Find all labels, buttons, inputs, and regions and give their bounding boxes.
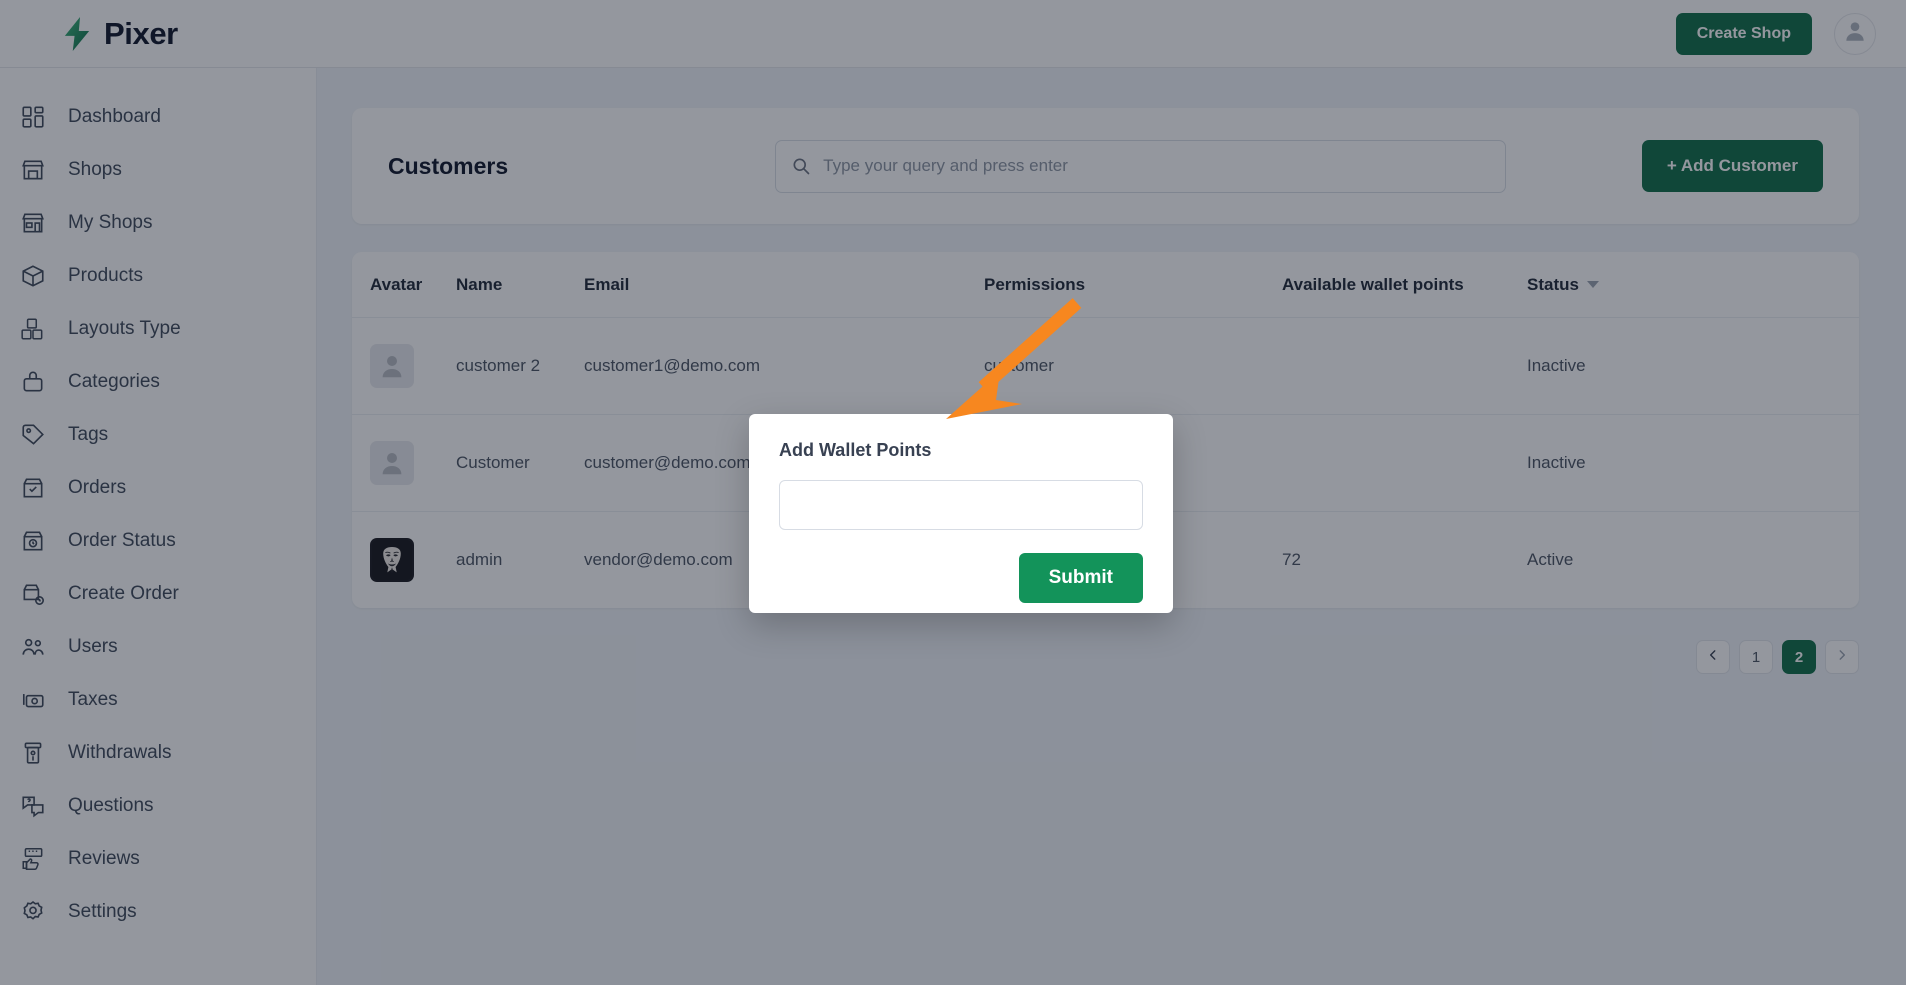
dialog-footer: Submit [779,553,1143,603]
add-wallet-points-dialog: Add Wallet Points Submit [749,414,1173,613]
dialog-title: Add Wallet Points [779,440,932,460]
wallet-points-input[interactable] [779,480,1143,530]
submit-button[interactable]: Submit [1018,553,1143,603]
